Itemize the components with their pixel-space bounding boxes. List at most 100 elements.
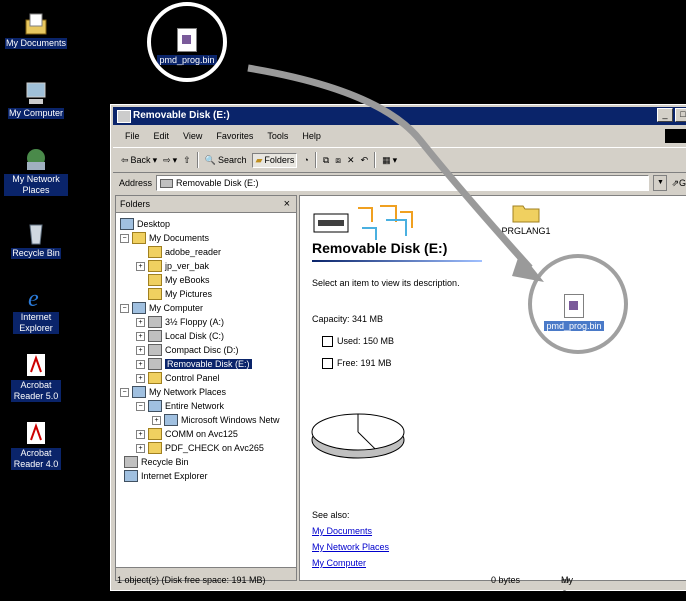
views-icon: ▦	[382, 154, 391, 165]
title-bar[interactable]: Removable Disk (E:)	[113, 107, 686, 125]
menu-edit[interactable]: Edit	[154, 127, 170, 145]
tree-label: My Computer	[149, 303, 204, 313]
tree-label: Local Disk (C:)	[165, 331, 225, 341]
delete-button[interactable]: ✕	[347, 155, 355, 166]
search-button[interactable]: 🔍 Search	[205, 155, 247, 166]
back-button[interactable]: ⇦ Back ▾	[121, 155, 157, 166]
expand-icon[interactable]: +	[136, 317, 145, 327]
menu-file[interactable]: File	[125, 127, 140, 145]
desktop-icon-label: Recycle Bin	[11, 248, 61, 259]
minimize-button[interactable]: _	[657, 108, 673, 122]
tree-node-removable-disk[interactable]: + Removable Disk (E:)	[136, 357, 252, 371]
desktop-icon-recycle-bin[interactable]: Recycle Bin	[0, 220, 72, 259]
views-button[interactable]: ▦ ▾	[382, 155, 397, 166]
tree-node-local-disk[interactable]: + Local Disk (C:)	[136, 329, 224, 343]
desktop-icon-label: My Computer	[7, 108, 64, 119]
network-icon	[164, 414, 178, 426]
tree-node-my-pictures[interactable]: My Pictures	[148, 287, 212, 301]
menu-help[interactable]: Help	[302, 127, 321, 145]
link-my-computer[interactable]: My Computer	[312, 558, 366, 568]
tree-node-desktop[interactable]: Desktop	[120, 217, 170, 231]
desktop-icon-my-network-places[interactable]: My Network Places	[0, 146, 72, 196]
tree-node-pdf-check[interactable]: + PDF_CHECK on Avc265	[136, 441, 264, 455]
tree-label: Desktop	[137, 219, 171, 229]
folders-button[interactable]: ▰ Folders	[252, 152, 298, 168]
close-folders-button[interactable]: ×	[284, 196, 290, 212]
desktop-file-pmd-prog[interactable]: pmd_prog.bin	[155, 28, 219, 65]
back-arrow-icon: ⇦	[121, 154, 129, 165]
expand-icon[interactable]: +	[136, 359, 145, 369]
move-to-button[interactable]: ⧉	[323, 155, 329, 166]
tree-node-entire-network[interactable]: − Entire Network	[136, 399, 224, 413]
address-input[interactable]: Removable Disk (E:)	[156, 175, 650, 191]
forward-arrow-icon: ⇨	[163, 154, 171, 165]
desktop-icon-label: Internet Explorer	[13, 312, 59, 334]
network-places-icon	[27, 149, 45, 170]
go-button[interactable]: ⇗Go	[671, 178, 686, 189]
desktop-icon-my-computer[interactable]: My Computer	[0, 80, 72, 119]
collapse-icon[interactable]: −	[120, 387, 129, 397]
desktop-icon-internet-explorer[interactable]: e Internet Explorer	[0, 284, 72, 334]
maximize-button[interactable]: □	[675, 108, 686, 122]
internet-explorer-icon: e	[28, 286, 39, 310]
link-my-network-places[interactable]: My Network Places	[312, 542, 389, 552]
desktop-icon-acrobat-4[interactable]: Acrobat Reader 4.0	[0, 420, 72, 470]
tree-node-jp-ver-bak[interactable]: + jp_ver_bak	[136, 259, 209, 273]
tree-node-adobe-reader[interactable]: adobe_reader	[148, 245, 221, 259]
desktop-icon-acrobat-5[interactable]: Acrobat Reader 5.0	[0, 352, 72, 402]
up-folder-button[interactable]: ⇧	[183, 155, 191, 166]
folder-icon	[512, 205, 540, 223]
tree-node-my-ebooks[interactable]: My eBooks	[148, 273, 210, 287]
expand-icon[interactable]: +	[152, 415, 161, 425]
menu-tools[interactable]: Tools	[267, 127, 288, 145]
folder-prglang1[interactable]: PRGLANG1	[496, 200, 556, 236]
history-button[interactable]: ◔	[303, 155, 308, 165]
expand-icon[interactable]: +	[136, 345, 145, 355]
link-my-documents[interactable]: My Documents	[312, 526, 372, 536]
tree-node-ms-windows-network[interactable]: + Microsoft Windows Netw	[152, 413, 280, 427]
tree-node-compact-disc[interactable]: + Compact Disc (D:)	[136, 343, 239, 357]
address-dropdown-button[interactable]: ▼	[653, 175, 668, 191]
tree-node-recycle-bin[interactable]: Recycle Bin	[124, 455, 189, 469]
folders-icon: ▰	[255, 154, 263, 165]
folders-header: Folders ×	[116, 196, 296, 213]
tree-node-my-computer[interactable]: − My Computer	[120, 301, 203, 315]
status-bar: 1 object(s) (Disk free space: 191 MB) 0 …	[113, 573, 686, 599]
tree-label: Control Panel	[165, 373, 220, 383]
windows-logo-icon	[665, 129, 686, 143]
collapse-icon[interactable]: −	[136, 401, 145, 411]
drive-banner-icon	[313, 205, 413, 240]
folders-header-label: Folders	[120, 199, 151, 209]
network-share-icon	[148, 442, 162, 454]
tree-label: Compact Disc (D:)	[165, 345, 239, 355]
tree-node-my-network-places[interactable]: − My Network Places	[120, 385, 226, 399]
toolbar-separator	[314, 152, 317, 168]
desktop-icon-my-documents[interactable]: My Documents	[0, 10, 72, 49]
expand-icon[interactable]: +	[136, 261, 145, 271]
folder-icon	[148, 246, 162, 258]
collapse-icon[interactable]: −	[120, 303, 129, 313]
tree-node-floppy[interactable]: +3½ Floppy (A:)	[136, 315, 224, 329]
expand-icon[interactable]: +	[136, 331, 145, 341]
menu-view[interactable]: View	[183, 127, 202, 145]
move-to-icon: ⧉	[322, 154, 330, 165]
tree-node-control-panel[interactable]: + Control Panel	[136, 371, 220, 385]
free-swatch	[322, 358, 333, 370]
forward-button[interactable]: ⇨ ▾	[163, 155, 177, 166]
free-text: Free: 191 MB	[337, 358, 392, 368]
tree-node-internet-explorer[interactable]: Internet Explorer	[124, 469, 208, 483]
collapse-icon[interactable]: −	[120, 233, 129, 243]
go-arrow-icon: ⇗	[671, 177, 679, 188]
undo-button[interactable]: ↶	[361, 155, 369, 166]
expand-icon[interactable]: +	[136, 443, 145, 453]
tree-label-selected: Removable Disk (E:)	[165, 359, 252, 369]
copy-to-button[interactable]: ⧈	[335, 155, 341, 166]
expand-icon[interactable]: +	[136, 429, 145, 439]
expand-icon[interactable]: +	[136, 373, 145, 383]
menu-favorites[interactable]: Favorites	[216, 127, 253, 145]
tree-node-my-documents[interactable]: − My Documents	[120, 231, 209, 245]
file-pmd-prog-in-drive[interactable]: pmd_prog.bin	[538, 294, 610, 331]
desktop-icon-label: Acrobat Reader 4.0	[11, 448, 61, 470]
used-swatch	[322, 336, 333, 348]
tree-node-comm[interactable]: + COMM on Avc125	[136, 427, 238, 441]
